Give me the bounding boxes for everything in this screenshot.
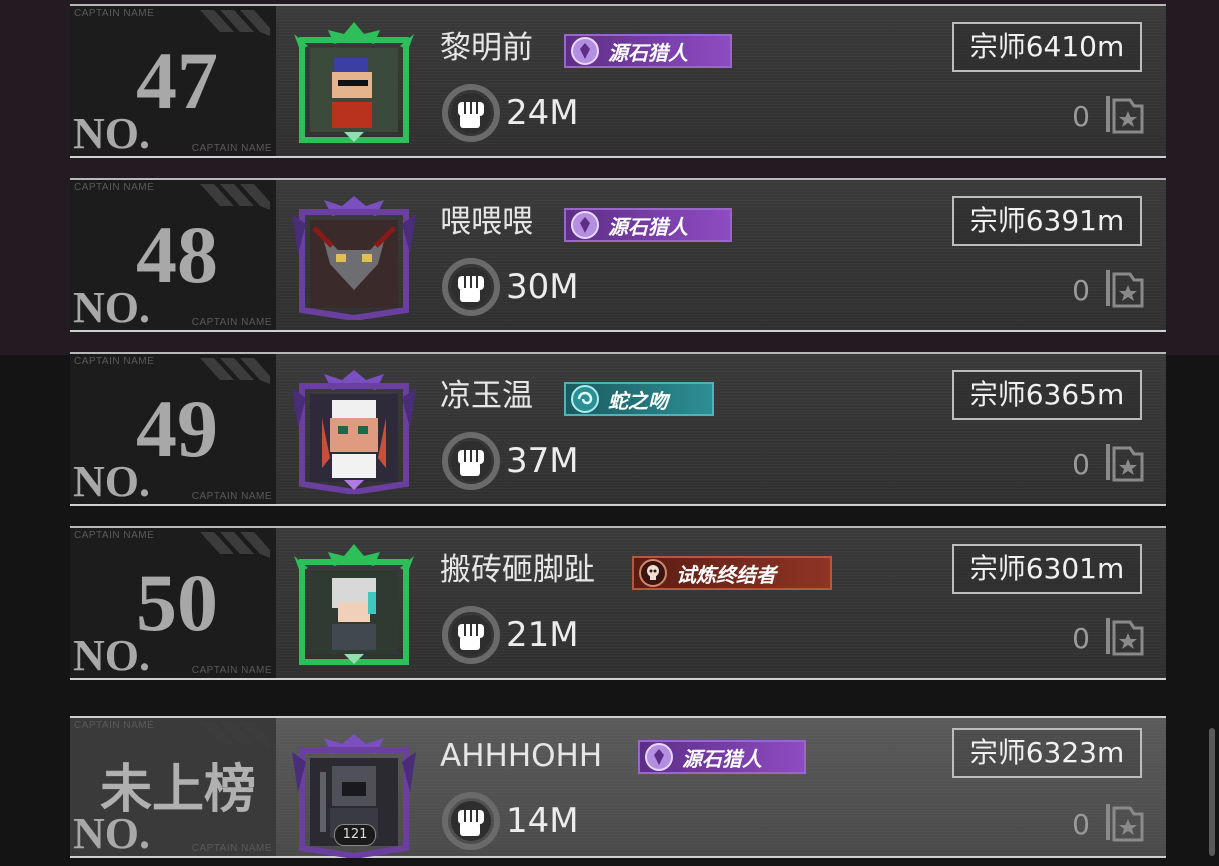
fist-icon bbox=[442, 84, 500, 142]
fist-icon bbox=[442, 258, 500, 316]
title-text: 源石猎人 bbox=[608, 40, 688, 65]
title-text: 源石猎人 bbox=[682, 746, 762, 771]
score-box: 宗师6365m bbox=[952, 370, 1142, 420]
title-badge: 源石猎人 bbox=[638, 740, 806, 774]
caption-label: CAPTAIN NAME bbox=[74, 720, 155, 731]
like-icon[interactable] bbox=[1104, 92, 1146, 136]
like-count: 0 bbox=[1072, 808, 1090, 841]
crystal-icon bbox=[571, 211, 599, 239]
caption-label: CAPTAIN NAME bbox=[191, 317, 272, 328]
no-label: NO. bbox=[73, 283, 150, 331]
title-badge: 蛇之吻 bbox=[564, 382, 714, 416]
no-label: NO. bbox=[73, 457, 150, 505]
caption-label: CAPTAIN NAME bbox=[74, 182, 155, 193]
caption-label: CAPTAIN NAME bbox=[74, 8, 155, 19]
leaderboard-row[interactable]: CAPTAIN NAME 50 NO. CAPTAIN NAME 搬砖砸脚趾 试… bbox=[70, 526, 1166, 680]
power-value: 14M bbox=[506, 801, 579, 841]
like-icon[interactable] bbox=[1104, 800, 1146, 844]
rank-panel: CAPTAIN NAME 50 NO. CAPTAIN NAME bbox=[70, 528, 276, 678]
crystal-icon bbox=[645, 743, 673, 771]
player-avatar[interactable] bbox=[292, 194, 416, 320]
score-box: 宗师6391m bbox=[952, 196, 1142, 246]
title-text: 源石猎人 bbox=[608, 214, 688, 239]
like-count: 0 bbox=[1072, 274, 1090, 307]
stripes-decoration bbox=[200, 722, 270, 748]
rank-panel: CAPTAIN NAME 48 NO. CAPTAIN NAME bbox=[70, 180, 276, 330]
fist-icon bbox=[442, 432, 500, 490]
score-box: 宗师6301m bbox=[952, 544, 1142, 594]
player-name: 搬砖砸脚趾 bbox=[440, 552, 595, 588]
caption-label: CAPTAIN NAME bbox=[74, 530, 155, 541]
power-value: 30M bbox=[506, 267, 579, 307]
power-value: 21M bbox=[506, 615, 579, 655]
score-box: 宗师6323m bbox=[952, 728, 1142, 778]
leaderboard-row[interactable]: CAPTAIN NAME 49 NO. CAPTAIN NAME 凉玉温 蛇之吻… bbox=[70, 352, 1166, 506]
fist-icon bbox=[442, 606, 500, 664]
no-label: NO. bbox=[73, 109, 150, 157]
caption-label: CAPTAIN NAME bbox=[74, 356, 155, 367]
caption-label: CAPTAIN NAME bbox=[191, 143, 272, 154]
no-label: NO. bbox=[73, 809, 150, 857]
title-badge: 源石猎人 bbox=[564, 34, 732, 68]
crystal-icon bbox=[571, 37, 599, 65]
player-avatar[interactable] bbox=[292, 368, 416, 494]
leaderboard-row[interactable]: CAPTAIN NAME 48 NO. CAPTAIN NAME 喂喂喂 源石猎… bbox=[70, 178, 1166, 332]
like-icon[interactable] bbox=[1104, 614, 1146, 658]
like-count: 0 bbox=[1072, 100, 1090, 133]
power-value: 24M bbox=[506, 93, 579, 133]
player-name: AHHHOHH bbox=[440, 738, 603, 774]
title-badge: 试炼终结者 bbox=[632, 556, 832, 590]
title-badge: 源石猎人 bbox=[564, 208, 732, 242]
player-avatar[interactable] bbox=[292, 542, 416, 668]
snake-icon bbox=[571, 385, 599, 413]
caption-label: CAPTAIN NAME bbox=[191, 665, 272, 676]
title-text: 蛇之吻 bbox=[608, 388, 668, 413]
player-name: 喂喂喂 bbox=[440, 204, 533, 240]
title-text: 试炼终结者 bbox=[676, 562, 776, 587]
caption-label: CAPTAIN NAME bbox=[191, 491, 272, 502]
score-box: 宗师6410m bbox=[952, 22, 1142, 72]
scrollbar[interactable] bbox=[1209, 728, 1215, 856]
player-avatar[interactable] bbox=[292, 20, 416, 146]
like-icon[interactable] bbox=[1104, 440, 1146, 484]
like-icon[interactable] bbox=[1104, 266, 1146, 310]
rank-panel: CAPTAIN NAME 49 NO. CAPTAIN NAME bbox=[70, 354, 276, 504]
caption-label: CAPTAIN NAME bbox=[191, 843, 272, 854]
rank-panel: CAPTAIN NAME 47 NO. CAPTAIN NAME bbox=[70, 6, 276, 156]
player-name: 黎明前 bbox=[440, 30, 533, 66]
fist-icon bbox=[442, 792, 500, 850]
like-count: 0 bbox=[1072, 448, 1090, 481]
my-rank-row[interactable]: CAPTAIN NAME 未上榜 NO. CAPTAIN NAME 121 AH… bbox=[70, 716, 1166, 858]
power-value: 37M bbox=[506, 441, 579, 481]
skull-icon bbox=[639, 559, 667, 587]
player-name: 凉玉温 bbox=[440, 378, 533, 414]
no-label: NO. bbox=[73, 631, 150, 679]
level-badge: 121 bbox=[334, 824, 376, 846]
like-count: 0 bbox=[1072, 622, 1090, 655]
leaderboard-row[interactable]: CAPTAIN NAME 47 NO. CAPTAIN NAME 黎明前 源石猎… bbox=[70, 4, 1166, 158]
rank-panel: CAPTAIN NAME 未上榜 NO. CAPTAIN NAME bbox=[70, 718, 276, 856]
